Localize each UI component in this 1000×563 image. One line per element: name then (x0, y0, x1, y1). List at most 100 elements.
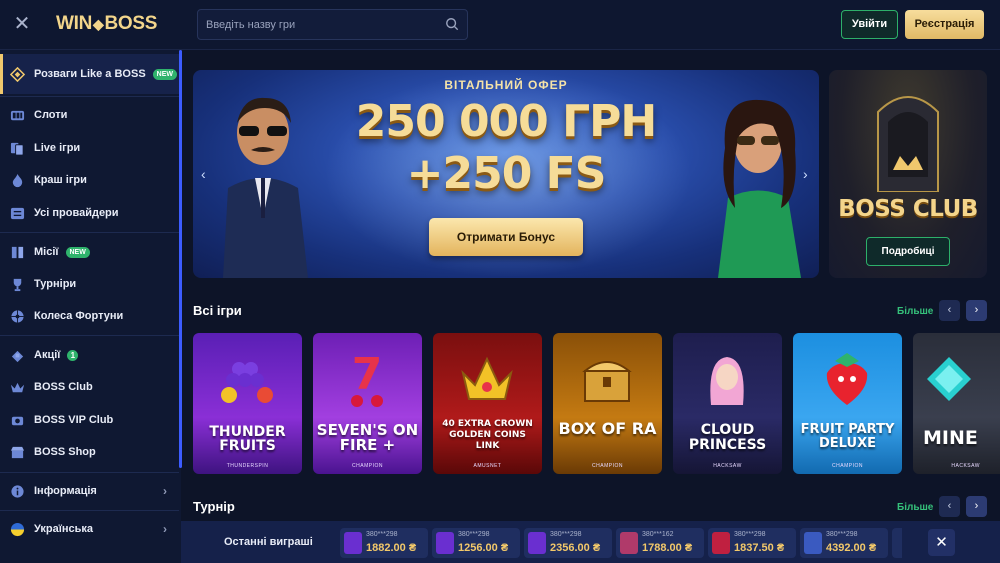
tournament-prev-button[interactable]: ‹ (939, 496, 960, 517)
game-provider: AMUSNET (473, 463, 502, 469)
book-icon (11, 246, 24, 258)
sidebar-item-promotions[interactable]: Акції 1 (0, 340, 179, 370)
ukraine-flag-icon (10, 522, 25, 536)
sidebar-item-boss-vip-club[interactable]: BOSS VIP Club (0, 405, 179, 435)
sidebar-item-label: Розваги Like a BOSS (34, 68, 146, 80)
win-card[interactable]: 380***298 2356.00 ₴ (524, 528, 612, 558)
sidebar-item-crash-games[interactable]: Краш ігри (0, 165, 179, 195)
sidebar-item-label: BOSS Shop (34, 446, 96, 458)
tournament-more-link[interactable]: Більше (897, 502, 933, 513)
sidebar-item-label: Live ігри (34, 142, 81, 154)
sidebar-item-fortune-wheels[interactable]: Колеса Фортуни (0, 301, 179, 331)
sidebar-item-label: Акції (34, 349, 61, 361)
boss-club-banner[interactable]: BOSS CLUB Подробиці (829, 70, 987, 278)
game-tile[interactable]: THUNDER FRUITS THUNDERSPIN (193, 333, 302, 474)
logo-left-text: WIN (56, 13, 93, 34)
banner-prev-arrow-icon[interactable]: ‹ (201, 166, 206, 182)
new-badge: NEW (65, 246, 90, 258)
sidebar-divider (0, 335, 179, 336)
game-name: CLOUD PRINCESS (688, 422, 767, 453)
search-input[interactable] (206, 10, 436, 39)
win-amount: 1256.00 ₴ (458, 542, 509, 554)
win-card[interactable]: 380***298 1256.00 ₴ (432, 528, 520, 558)
win-game-thumbnail (528, 532, 546, 554)
count-badge: 1 (67, 349, 79, 361)
win-user: 380***162 (642, 531, 674, 538)
win-card[interactable]: 380***162 1788.00 ₴ (616, 528, 704, 558)
chevron-right-icon: › (163, 522, 167, 536)
sidebar-item-tournaments[interactable]: Турніри (0, 269, 179, 299)
vip-icon (11, 416, 24, 425)
game-provider: CHAMPION (592, 463, 623, 469)
win-user: 380***298 (734, 531, 766, 538)
register-button[interactable]: Реєстрація (905, 10, 984, 39)
game-tile[interactable]: 7 SEVEN'S ON FIRE + CHAMPION (313, 333, 422, 474)
sidebar-item-featured-row[interactable]: Розваги Like a BOSS NEW (0, 59, 179, 89)
boss-club-title: BOSS CLUB (838, 196, 978, 222)
games-prev-button[interactable]: ‹ (939, 300, 960, 321)
tournament-title: Турнір (193, 499, 235, 514)
games-next-button[interactable]: › (966, 300, 987, 321)
game-provider: HACKSAW (951, 463, 980, 469)
sidebar-item-missions[interactable]: Місії NEW (0, 237, 179, 267)
logo-right-text: BOSS (104, 13, 158, 34)
sidebar-item-label: BOSS VIP Club (34, 414, 114, 426)
sidebar-item-label: Слоти (34, 109, 68, 121)
win-user: 380***298 (826, 531, 858, 538)
welcome-offer-banner[interactable]: ВІТАЛЬНИЙ ОФЕР 250 000 ГРН +250 FS Отрим… (193, 70, 819, 278)
cards-icon (10, 142, 24, 156)
get-bonus-button[interactable]: Отримати Бонус (429, 218, 583, 256)
bonus-amount: 250 000 ГРН (355, 96, 657, 147)
win-amount: 1837.50 ₴ (734, 542, 785, 554)
sidebar-item-language[interactable]: Українська › (0, 514, 179, 544)
game-name: MINE (923, 427, 978, 449)
all-games-more-link[interactable]: Більше (897, 306, 933, 317)
banner-next-arrow-icon[interactable]: › (803, 166, 808, 182)
seven-cherries-icon: 7 (351, 349, 383, 407)
game-name: 40 EXTRA CROWN GOLDEN COINS LINK (442, 419, 533, 451)
throne-illustration (877, 96, 939, 192)
win-card[interactable]: 380***298 1837.50 ₴ (708, 528, 796, 558)
crown-icon (10, 382, 25, 392)
trophy-icon (13, 278, 22, 291)
game-tile[interactable]: BOX OF RA CHAMPION (553, 333, 662, 474)
info-icon (11, 484, 24, 498)
sidebar-item-boss-club[interactable]: BOSS Club (0, 372, 179, 402)
game-tile[interactable]: 40 EXTRA CROWN GOLDEN COINS LINK AMUSNET (433, 333, 542, 474)
close-menu-icon[interactable]: ✕ (12, 14, 32, 34)
login-button[interactable]: Увійти (841, 10, 898, 39)
sidebar-item-boss-shop[interactable]: BOSS Shop (0, 437, 179, 467)
game-tile[interactable]: MINE HACKSAW (913, 333, 1000, 474)
details-button[interactable]: Подробиці (866, 237, 950, 266)
win-user: 380***298 (366, 531, 398, 538)
crown-icon (461, 356, 513, 400)
strawberry-icon (826, 353, 868, 405)
logo[interactable]: WIN◆BOSS (56, 13, 157, 35)
win-user: 380***298 (458, 531, 490, 538)
game-name: THUNDER FRUITS (209, 424, 286, 454)
win-card[interactable]: 380***298 1882.00 ₴ (340, 528, 428, 558)
tournament-next-button[interactable]: › (966, 496, 987, 517)
win-card-partial[interactable] (892, 528, 902, 558)
diamond-icon (10, 66, 25, 82)
close-last-wins-icon[interactable]: ✕ (928, 529, 955, 556)
game-name: FRUIT PARTY DELUXE (800, 422, 895, 451)
win-game-thumbnail (712, 532, 730, 554)
logo-diamond-icon: ◆ (93, 16, 104, 32)
svg-text:7: 7 (352, 349, 383, 400)
search-icon[interactable] (445, 17, 459, 31)
grapes-icon (221, 362, 273, 403)
gem-icon (927, 357, 971, 401)
new-badge: NEW (152, 68, 177, 80)
sidebar-item-live-games[interactable]: Live ігри (0, 133, 179, 163)
sidebar-scrollbar[interactable] (179, 50, 182, 468)
game-tile[interactable]: CLOUD PRINCESS HACKSAW (673, 333, 782, 474)
win-amount: 1882.00 ₴ (366, 542, 417, 554)
sidebar-item-slots[interactable]: Слоти (0, 100, 179, 130)
game-tile[interactable]: FRUIT PARTY DELUXE CHAMPION (793, 333, 902, 474)
sidebar-item-information[interactable]: Інформація › (0, 476, 179, 506)
sidebar-item-providers[interactable]: Усі провайдери (0, 198, 179, 228)
game-provider: CHAMPION (832, 463, 863, 469)
win-card[interactable]: 380***298 4392.00 ₴ (800, 528, 888, 558)
gift-icon (11, 350, 24, 362)
